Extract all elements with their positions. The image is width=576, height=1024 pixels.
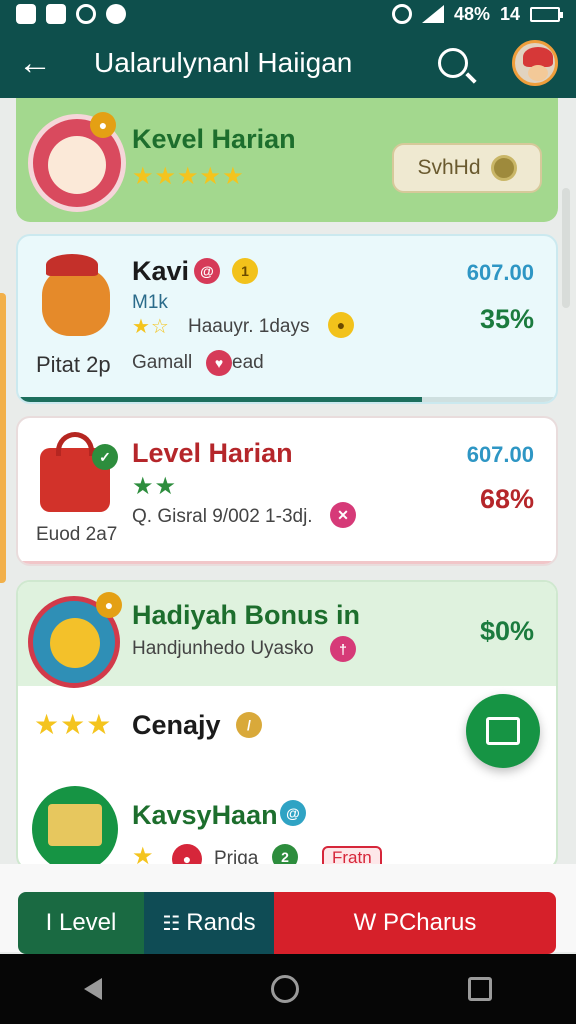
card-daily-level[interactable]: ● Kevel Harian ★★★★★ SvhHd: [16, 98, 558, 222]
nav-back-icon[interactable]: [84, 978, 103, 1000]
clock: 14: [499, 3, 520, 24]
tab-rands-label: Rands: [186, 909, 256, 936]
tab-level[interactable]: I Level: [18, 892, 144, 954]
row-title: KavsyHaan: [132, 800, 278, 830]
search-icon[interactable]: [438, 48, 468, 78]
claim-button[interactable]: SvhHd: [392, 143, 542, 193]
bear-hat: [46, 254, 98, 276]
card-description: Q. Gisral 9/002 1-3dj.: [132, 506, 313, 527]
card-tag: Euod 2a7: [36, 524, 118, 545]
page-title: Ualarulynanl Haiigan: [94, 47, 353, 78]
card-amount: 607.00: [466, 260, 534, 285]
rating-stars: ★★: [132, 473, 178, 500]
at-icon: @: [280, 800, 306, 826]
heart-icon: ♥: [206, 350, 232, 376]
coin-icon: [490, 155, 517, 181]
gift-bag-handle: [56, 432, 94, 456]
card-percent: 35%: [479, 304, 534, 334]
card-title: Kevel Harian: [132, 124, 296, 154]
app-bar: ← Ualarulynanl Haiigan: [0, 28, 576, 98]
left-edge-indicator: [0, 293, 6, 583]
card-meta-badge: ead: [232, 352, 264, 373]
card-reward-kavi[interactable]: Pitat 2p Kavi @ 1 M1k ★☆ Haauyr. 1days ●…: [16, 234, 558, 404]
fab-wallet-button[interactable]: [466, 694, 540, 768]
coin-icon: ●: [328, 312, 354, 338]
rating-stars: ★★★: [34, 709, 113, 740]
fruit-icon: ●: [172, 844, 202, 864]
rating-stars: ★★★★★: [132, 163, 245, 190]
notification-icon: [16, 4, 36, 24]
claim-button-label: SvhHd: [417, 156, 481, 179]
card-title: Level Harian: [132, 438, 293, 468]
status-bar: 48% 14: [0, 0, 576, 28]
nav-home-icon[interactable]: [270, 975, 299, 1003]
progress-bar: [18, 561, 556, 564]
medal-icon: ●: [90, 112, 116, 138]
signal-icon: [421, 5, 444, 23]
tab-rands[interactable]: ☷ Rands: [144, 892, 274, 954]
scrollbar[interactable]: [562, 188, 570, 308]
card-percent: 68%: [479, 484, 534, 514]
rating-stars: ★☆: [132, 316, 170, 338]
progress-bar: [18, 397, 556, 402]
system-nav-bar: [0, 954, 576, 1024]
check-icon: ✓: [92, 444, 118, 470]
tab-pcharus[interactable]: W PCharus: [274, 892, 556, 954]
card-title: Kavi: [132, 256, 190, 286]
chat-icon: [106, 4, 126, 24]
mascot-face: [48, 136, 106, 194]
tab-pcharus-label: W PCharus: [353, 909, 477, 936]
card-level-harian[interactable]: ✓ Euod 2a7 Level Harian ★★ Q. Gisral 9/0…: [16, 416, 558, 566]
card-title: Hadiyah Bonus in: [132, 600, 361, 630]
sync-icon: [76, 4, 96, 24]
coin-icon: 1: [232, 258, 258, 284]
card-tag: Pitat 2p: [36, 352, 111, 377]
row-tag: Fratn: [322, 846, 382, 864]
card-description: Haauyr. 1days: [188, 316, 310, 337]
battery-text: 48%: [453, 3, 490, 24]
row-meta: Priga: [214, 848, 259, 864]
nav-recents-icon[interactable]: [467, 977, 492, 1001]
card-subtitle: M1k: [132, 292, 168, 313]
box-icon: [48, 804, 102, 846]
row-title: Cenajy: [132, 710, 221, 740]
mail-icon: [46, 4, 66, 24]
bottom-tab-bar: I Level ☷ Rands W PCharus: [18, 892, 556, 954]
card-meta: Gamall: [132, 352, 193, 373]
avatar[interactable]: [512, 40, 558, 86]
star-icon: ★: [132, 843, 155, 864]
medal-icon: ●: [96, 592, 122, 618]
list-icon: ☷: [162, 912, 181, 935]
alarm-icon: [391, 4, 412, 24]
card-description: Handjunhedo Uyasko: [132, 638, 314, 659]
card-amount: 607.00: [466, 442, 534, 467]
edit-icon[interactable]: /: [236, 712, 262, 738]
bear-illustration: [42, 268, 110, 336]
close-icon[interactable]: ✕: [330, 502, 356, 528]
tag-icon: †: [330, 636, 356, 662]
reward-icon: @: [194, 258, 220, 284]
battery-icon: [530, 6, 563, 22]
tab-level-label: I Level: [45, 909, 117, 936]
lion-face: [50, 618, 100, 668]
bottom-area: I Level ☷ Rands W PCharus: [0, 864, 576, 954]
back-arrow-icon[interactable]: ←: [18, 44, 62, 83]
card-percent: $0%: [479, 616, 534, 646]
step-icon: 2: [272, 844, 298, 864]
